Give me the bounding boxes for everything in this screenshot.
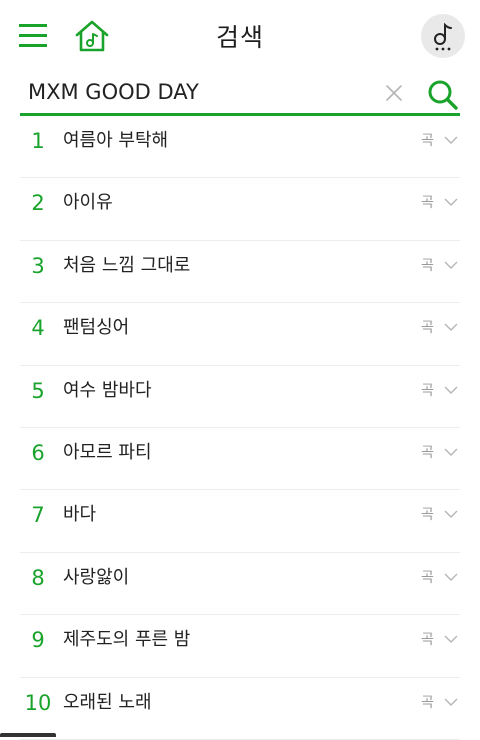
- type-label: 곡: [421, 444, 434, 461]
- suggestion-text: 처음 느낌 그대로: [63, 254, 191, 276]
- suggestion-text: 팬텀싱어: [63, 317, 130, 339]
- suggestion-text: 제주도의 푸른 밤: [63, 629, 191, 651]
- chevron-down-icon[interactable]: [444, 197, 458, 207]
- chevron-down-icon[interactable]: [444, 385, 458, 395]
- rank-number: 5: [31, 378, 45, 403]
- list-item[interactable]: 7 바다 곡: [20, 490, 460, 553]
- chevron-down-icon[interactable]: [444, 697, 458, 707]
- chevron-down-icon[interactable]: [444, 322, 458, 332]
- rank-number: 3: [31, 253, 45, 278]
- bottom-edge-bar: [0, 733, 56, 737]
- rank-number: 9: [31, 628, 45, 653]
- music-note-icon: [434, 22, 452, 51]
- list-item[interactable]: 9 제주도의 푸른 밤 곡: [20, 615, 460, 678]
- suggestion-text: 바다: [63, 504, 97, 526]
- search-input[interactable]: [20, 74, 378, 110]
- rank-number: 8: [31, 565, 45, 590]
- rank-number: 4: [31, 316, 45, 341]
- type-label: 곡: [421, 133, 434, 149]
- chevron-down-icon[interactable]: [444, 260, 458, 270]
- type-label: 곡: [421, 569, 434, 586]
- list-item[interactable]: 3 처음 느낌 그대로 곡: [20, 241, 460, 304]
- type-label: 곡: [421, 320, 434, 337]
- rank-number: 2: [31, 191, 45, 216]
- type-label: 곡: [421, 382, 434, 399]
- suggestion-text: 여수 밤바다: [63, 379, 152, 401]
- list-item[interactable]: 4 팬텀싱어 곡: [20, 303, 460, 366]
- type-label: 곡: [421, 694, 434, 711]
- search-icon: [428, 80, 458, 110]
- list-item[interactable]: 10 오래된 노래 곡: [20, 678, 460, 740]
- chevron-down-icon[interactable]: [444, 634, 458, 644]
- list-item[interactable]: 5 여수 밤바다 곡: [20, 366, 460, 428]
- suggestion-text: 아모르 파티: [63, 441, 152, 463]
- rank-number: 10: [24, 690, 52, 715]
- suggestion-text: 오래된 노래: [63, 691, 152, 713]
- chevron-down-icon[interactable]: [444, 572, 458, 582]
- type-label: 곡: [421, 195, 434, 212]
- list-item[interactable]: 2 아이유 곡: [20, 178, 460, 241]
- suggestion-text: 아이유: [63, 192, 113, 214]
- search-bar: [20, 70, 460, 116]
- clear-search-button[interactable]: [385, 84, 403, 102]
- rank-number: 7: [31, 503, 45, 528]
- chevron-down-icon[interactable]: [444, 447, 458, 457]
- page-title: 검색: [215, 23, 264, 52]
- search-button[interactable]: [426, 78, 460, 112]
- chevron-down-icon[interactable]: [444, 135, 458, 145]
- rank-number: 1: [31, 129, 45, 153]
- type-label: 곡: [421, 507, 434, 524]
- close-icon: [386, 85, 402, 101]
- list-item[interactable]: 1 여름아 부탁해 곡: [20, 116, 460, 179]
- suggestion-text: 사랑앓이: [63, 566, 130, 588]
- list-item[interactable]: 8 사랑앓이 곡: [20, 553, 460, 616]
- suggestion-list: 1 여름아 부탁해 곡 2 아이유 곡 3 처음 느낌 그대로 곡 4 팬텀싱어…: [20, 116, 460, 740]
- type-label: 곡: [421, 257, 434, 274]
- rank-number: 6: [31, 440, 45, 465]
- type-label: 곡: [421, 632, 434, 649]
- now-playing-button[interactable]: [421, 14, 465, 58]
- list-item[interactable]: 6 아모르 파티 곡: [20, 428, 460, 491]
- suggestion-text: 여름아 부탁해: [63, 130, 169, 151]
- app-header: 검색: [0, 0, 480, 70]
- chevron-down-icon[interactable]: [444, 509, 458, 519]
